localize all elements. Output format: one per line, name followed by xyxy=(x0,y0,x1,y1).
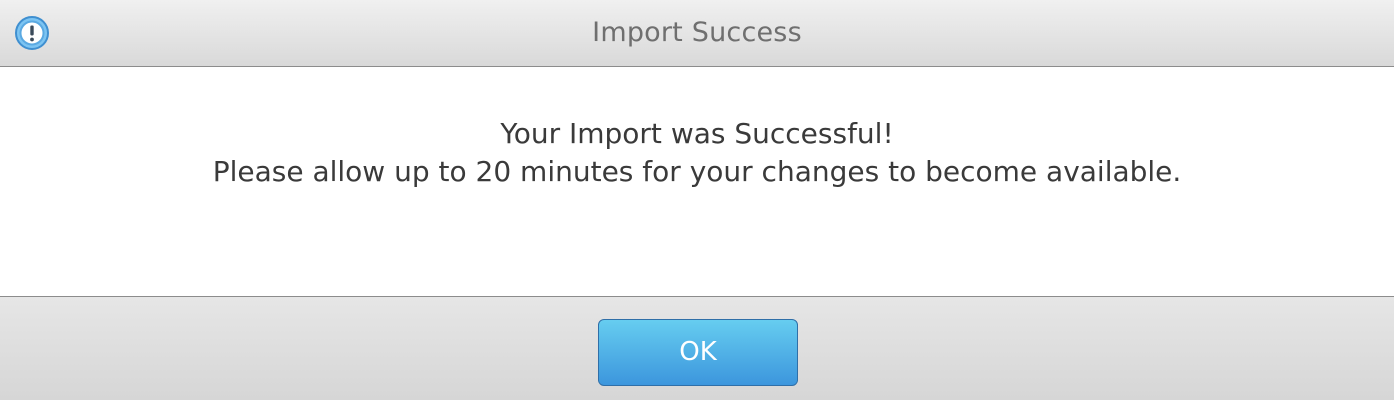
ok-button[interactable]: OK xyxy=(598,319,798,386)
dialog-content: Your Import was Successful! Please allow… xyxy=(0,67,1394,296)
dialog-footer: OK xyxy=(0,296,1394,400)
message-line-availability: Please allow up to 20 minutes for your c… xyxy=(212,155,1182,188)
dialog-message: Your Import was Successful! Please allow… xyxy=(0,115,1394,191)
dialog-title: Import Success xyxy=(592,17,802,48)
dialog-titlebar: Import Success xyxy=(0,0,1394,67)
import-success-dialog: Import Success Your Import was Successfu… xyxy=(0,0,1394,400)
message-line-success: Your Import was Successful! xyxy=(500,117,894,150)
